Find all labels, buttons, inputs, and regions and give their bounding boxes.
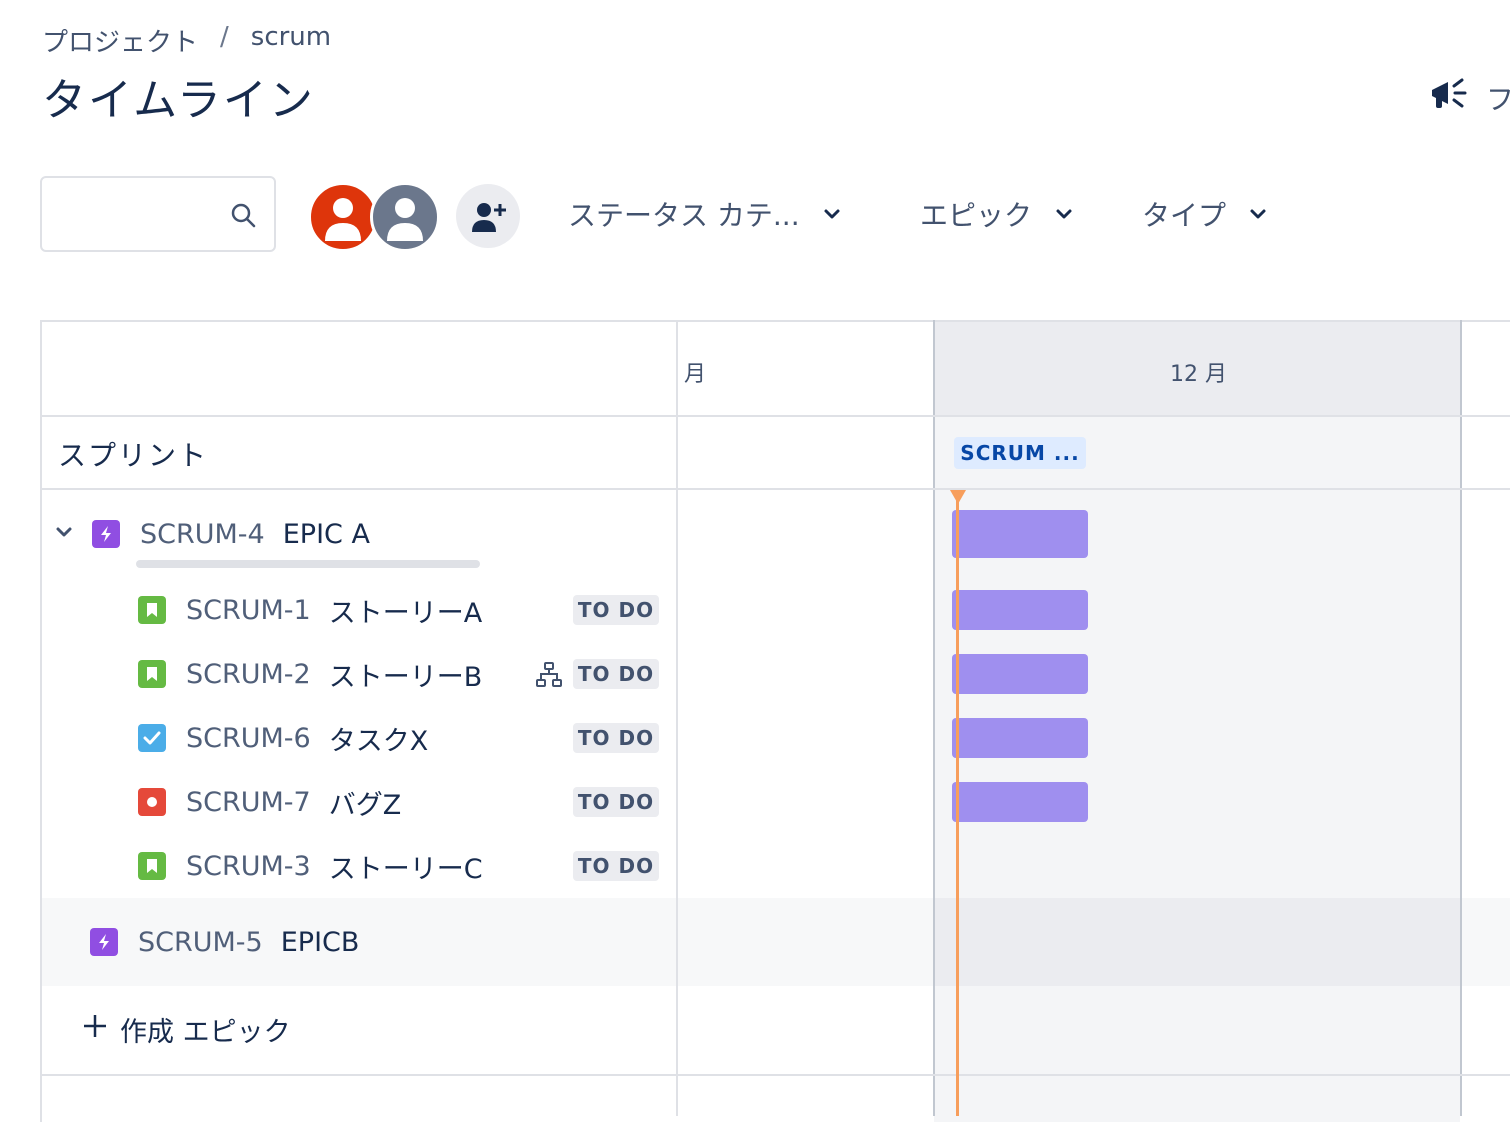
month-header-previous: 月: [684, 362, 707, 387]
story-icon: [138, 660, 166, 688]
chevron-down-icon: [1248, 198, 1268, 231]
header-divider: [40, 415, 1510, 417]
search-icon: [230, 202, 256, 232]
month-header-december: 12 月: [1170, 362, 1227, 387]
chevron-down-icon: [822, 198, 842, 231]
child-issues-icon[interactable]: [536, 662, 562, 692]
issue-key[interactable]: SCRUM-7: [186, 787, 311, 818]
megaphone-icon: [1430, 76, 1470, 119]
story-icon: [138, 852, 166, 880]
epic-icon: [92, 520, 120, 548]
issue-key[interactable]: SCRUM-3: [186, 851, 311, 882]
issue-summary: EPICB: [280, 926, 360, 958]
filter-type[interactable]: タイプ: [1142, 194, 1268, 234]
issue-key[interactable]: SCRUM-1: [186, 595, 311, 626]
issue-summary: ストーリーA: [328, 597, 483, 629]
issue-key[interactable]: SCRUM-6: [186, 723, 311, 754]
month-divider: [1460, 320, 1462, 1116]
month-divider: [933, 320, 935, 1116]
story-icon: [138, 596, 166, 624]
issue-row[interactable]: SCRUM-1 ストーリーA: [138, 590, 482, 630]
epic-icon: [90, 928, 118, 956]
filter-status-label: ステータス カテ...: [568, 199, 800, 232]
breadcrumb-current-link[interactable]: scrum: [251, 22, 331, 59]
epic-progress-bar: [136, 560, 480, 568]
schedule-bar-issue[interactable]: [952, 782, 1088, 822]
issue-row[interactable]: SCRUM-3 ストーリーC: [138, 846, 483, 886]
today-marker: [950, 490, 966, 504]
plus-icon: [82, 1013, 108, 1046]
chevron-down-icon[interactable]: [54, 522, 74, 546]
chevron-down-icon: [1054, 198, 1074, 231]
sprint-chip[interactable]: SCRUM ...: [954, 437, 1086, 469]
task-icon: [138, 724, 166, 752]
epic-row[interactable]: SCRUM-5 EPICB: [90, 922, 359, 962]
status-badge[interactable]: TO DO: [573, 723, 659, 753]
search-input[interactable]: [52, 188, 226, 242]
issue-row[interactable]: SCRUM-7 バグZ: [138, 782, 401, 822]
issue-summary: タスクX: [328, 725, 429, 757]
status-badge[interactable]: TO DO: [573, 787, 659, 817]
filter-epic[interactable]: エピック: [920, 194, 1074, 234]
feedback-button[interactable]: フ: [1430, 76, 1510, 119]
schedule-bar-issue[interactable]: [952, 590, 1088, 630]
breadcrumb-separator: /: [220, 22, 229, 52]
add-person-icon: [472, 203, 506, 232]
breadcrumb: プロジェクト / scrum: [42, 22, 331, 59]
status-badge[interactable]: TO DO: [573, 595, 659, 625]
status-badge[interactable]: TO DO: [573, 851, 659, 881]
issue-row[interactable]: SCRUM-2 ストーリーB: [138, 654, 482, 694]
bug-icon: [138, 788, 166, 816]
issue-summary: ストーリーB: [328, 661, 483, 693]
filter-type-label: タイプ: [1142, 199, 1227, 232]
schedule-bar-issue[interactable]: [952, 654, 1088, 694]
issue-summary: ストーリーC: [328, 853, 483, 885]
feedback-label: フ: [1486, 82, 1510, 116]
sprint-divider: [40, 488, 1510, 490]
issue-key[interactable]: SCRUM-4: [140, 519, 265, 550]
schedule-bar-issue[interactable]: [952, 718, 1088, 758]
breadcrumb-project-link[interactable]: プロジェクト: [42, 22, 198, 59]
add-people-button[interactable]: [456, 184, 520, 248]
issue-row[interactable]: SCRUM-6 タスクX: [138, 718, 428, 758]
page-title: タイムライン: [42, 75, 315, 126]
list-divider[interactable]: [676, 320, 678, 1116]
status-badge[interactable]: TO DO: [573, 659, 659, 689]
person-icon: [325, 198, 361, 241]
avatar-user-1[interactable]: [308, 182, 378, 252]
schedule-bar-epic[interactable]: [952, 510, 1088, 558]
issue-key[interactable]: SCRUM-2: [186, 659, 311, 690]
create-epic-label: 作成 エピック: [120, 1017, 291, 1048]
filter-epic-label: エピック: [920, 199, 1033, 232]
person-icon: [387, 198, 423, 241]
search-box[interactable]: [40, 176, 276, 252]
today-line: [956, 494, 959, 1116]
issue-summary: EPIC A: [282, 518, 370, 550]
filter-status-category[interactable]: ステータス カテ...: [568, 194, 842, 234]
sprints-row-label: スプリント: [58, 439, 209, 472]
footer-divider: [40, 1074, 1510, 1076]
epic-row[interactable]: SCRUM-4 EPIC A: [54, 514, 370, 554]
create-epic-button[interactable]: 作成 エピック: [82, 1010, 291, 1049]
avatar-user-2[interactable]: [370, 182, 440, 252]
issue-key[interactable]: SCRUM-5: [138, 927, 263, 958]
issue-summary: バグZ: [328, 789, 402, 821]
